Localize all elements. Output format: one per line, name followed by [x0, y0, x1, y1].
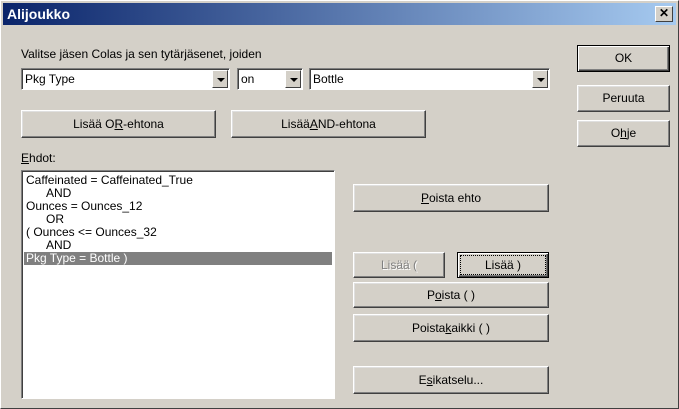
conditions-list[interactable]: Caffeinated = Caffeinated_True AND Ounce… — [21, 170, 335, 399]
preview-button[interactable]: Esikatselu... — [353, 366, 549, 394]
list-item[interactable]: Ounces = Ounces_12 — [24, 200, 332, 213]
chevron-down-icon[interactable] — [532, 70, 548, 88]
window-title: Alijoukko — [7, 6, 71, 22]
value-dropdown-value: Bottle — [313, 72, 344, 86]
help-button[interactable]: Ohje — [577, 120, 670, 147]
add-or-button[interactable]: Lisää OR-ehtona — [21, 110, 216, 138]
close-icon[interactable]: ✕ — [655, 6, 673, 22]
field-dropdown-value: Pkg Type — [25, 72, 75, 86]
add-open-paren-button[interactable]: Lisää ( — [353, 252, 445, 278]
add-and-button[interactable]: Lisää AND-ehtona — [231, 110, 426, 138]
title-bar[interactable]: Alijoukko ✕ — [3, 3, 676, 25]
ok-button[interactable]: OK — [577, 45, 670, 72]
subset-dialog: Alijoukko ✕ Valitse jäsen Colas ja sen t… — [0, 0, 679, 409]
field-dropdown[interactable]: Pkg Type — [21, 68, 230, 90]
chevron-down-icon[interactable] — [285, 70, 301, 88]
list-item-selected[interactable]: Pkg Type = Bottle ) — [24, 252, 332, 265]
remove-all-paren-button[interactable]: Poista kaikki ( ) — [353, 314, 549, 342]
operator-dropdown-value: on — [241, 72, 255, 86]
conditions-label: Ehdot: — [21, 151, 56, 165]
cancel-button[interactable]: Peruuta — [577, 85, 670, 112]
value-dropdown[interactable]: Bottle — [309, 68, 550, 90]
remove-paren-button[interactable]: Poista ( ) — [353, 282, 549, 308]
instruction-text: Valitse jäsen Colas ja sen tytärjäsenet,… — [21, 47, 262, 61]
operator-dropdown[interactable]: on — [237, 68, 303, 90]
remove-condition-button[interactable]: Poista ehto — [353, 184, 549, 212]
chevron-down-icon[interactable] — [212, 70, 228, 88]
add-close-paren-button[interactable]: Lisää ) — [457, 252, 549, 278]
